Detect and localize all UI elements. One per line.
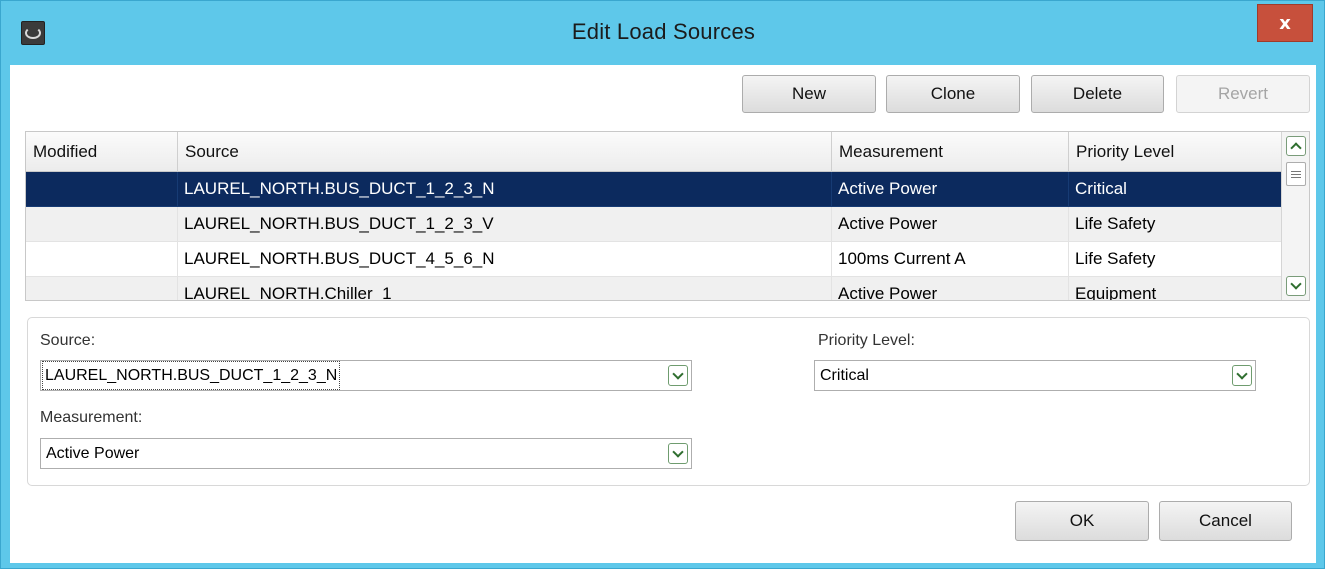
cancel-button[interactable]: Cancel [1159, 501, 1292, 541]
delete-button[interactable]: Delete [1031, 75, 1164, 113]
dialog-body: New Clone Delete Revert Modified Source … [10, 65, 1316, 563]
chevron-down-icon [1236, 367, 1248, 380]
cell-modified [26, 172, 178, 207]
chevron-down-icon [672, 367, 684, 380]
chevron-up-icon [1290, 142, 1302, 154]
column-header-modified[interactable]: Modified [26, 132, 178, 172]
window-title: Edit Load Sources [571, 19, 756, 44]
cell-priority-level: Critical [1069, 172, 1281, 207]
scroll-thumb[interactable] [1286, 162, 1306, 186]
dialog-window: Edit Load Sources x New Clone Delete Rev… [0, 0, 1325, 569]
priority-level-label: Priority Level: [818, 332, 915, 349]
new-button[interactable]: New [742, 75, 876, 113]
priority-level-dropdown-button[interactable] [1232, 365, 1252, 386]
measurement-label: Measurement: [40, 409, 143, 426]
cell-priority-level: Life Safety [1069, 242, 1281, 277]
cell-source: LAUREL_NORTH.BUS_DUCT_4_5_6_N [178, 242, 832, 277]
revert-button: Revert [1176, 75, 1310, 113]
chevron-down-icon [672, 445, 684, 458]
scroll-down-button[interactable] [1286, 276, 1306, 296]
column-header-source[interactable]: Source [178, 132, 832, 172]
cell-source: LAUREL_NORTH.BUS_DUCT_1_2_3_V [178, 207, 832, 242]
cell-measurement: 100ms Current A [832, 242, 1069, 277]
measurement-dropdown[interactable]: Active Power [40, 438, 692, 469]
source-value: LAUREL_NORTH.BUS_DUCT_1_2_3_N [42, 361, 341, 390]
cell-source: LAUREL_NORTH.Chiller_1 [178, 277, 832, 300]
table-row[interactable]: LAUREL_NORTH.BUS_DUCT_1_2_3_V Active Pow… [26, 207, 1281, 242]
clone-button[interactable]: Clone [886, 75, 1020, 113]
load-sources-table[interactable]: Modified Source Measurement Priority Lev… [25, 131, 1310, 301]
close-button[interactable]: x [1257, 4, 1313, 42]
cell-modified [26, 242, 178, 277]
source-label: Source: [40, 332, 96, 349]
vertical-scrollbar[interactable] [1281, 132, 1309, 300]
priority-level-dropdown[interactable]: Critical [814, 360, 1256, 391]
table-row[interactable]: LAUREL_NORTH.BUS_DUCT_1_2_3_N Active Pow… [26, 172, 1281, 207]
source-dropdown-button[interactable] [668, 365, 688, 386]
cell-modified [26, 277, 178, 300]
ok-button[interactable]: OK [1015, 501, 1149, 541]
table-row[interactable]: LAUREL_NORTH.BUS_DUCT_4_5_6_N 100ms Curr… [26, 242, 1281, 277]
source-dropdown[interactable]: LAUREL_NORTH.BUS_DUCT_1_2_3_N [40, 360, 692, 391]
cell-measurement: Active Power [832, 172, 1069, 207]
cell-source: LAUREL_NORTH.BUS_DUCT_1_2_3_N [178, 172, 832, 207]
grip-icon [1291, 170, 1301, 178]
title-bar[interactable]: Edit Load Sources x [1, 1, 1325, 65]
column-header-measurement[interactable]: Measurement [832, 132, 1069, 172]
edit-form-panel: Source: LAUREL_NORTH.BUS_DUCT_1_2_3_N Me… [27, 317, 1310, 486]
table-row[interactable]: LAUREL_NORTH.Chiller_1 Active Power Equi… [26, 277, 1281, 300]
measurement-dropdown-button[interactable] [668, 443, 688, 464]
column-header-priority-level[interactable]: Priority Level [1069, 132, 1281, 172]
cell-modified [26, 207, 178, 242]
chevron-down-icon [1290, 278, 1302, 290]
cell-priority-level: Life Safety [1069, 207, 1281, 242]
measurement-value: Active Power [46, 445, 140, 462]
cell-measurement: Active Power [832, 277, 1069, 300]
cell-measurement: Active Power [832, 207, 1069, 242]
priority-level-value: Critical [820, 367, 869, 384]
scroll-up-button[interactable] [1286, 136, 1306, 156]
cell-priority-level: Equipment [1069, 277, 1281, 300]
table-header: Modified Source Measurement Priority Lev… [26, 132, 1281, 172]
